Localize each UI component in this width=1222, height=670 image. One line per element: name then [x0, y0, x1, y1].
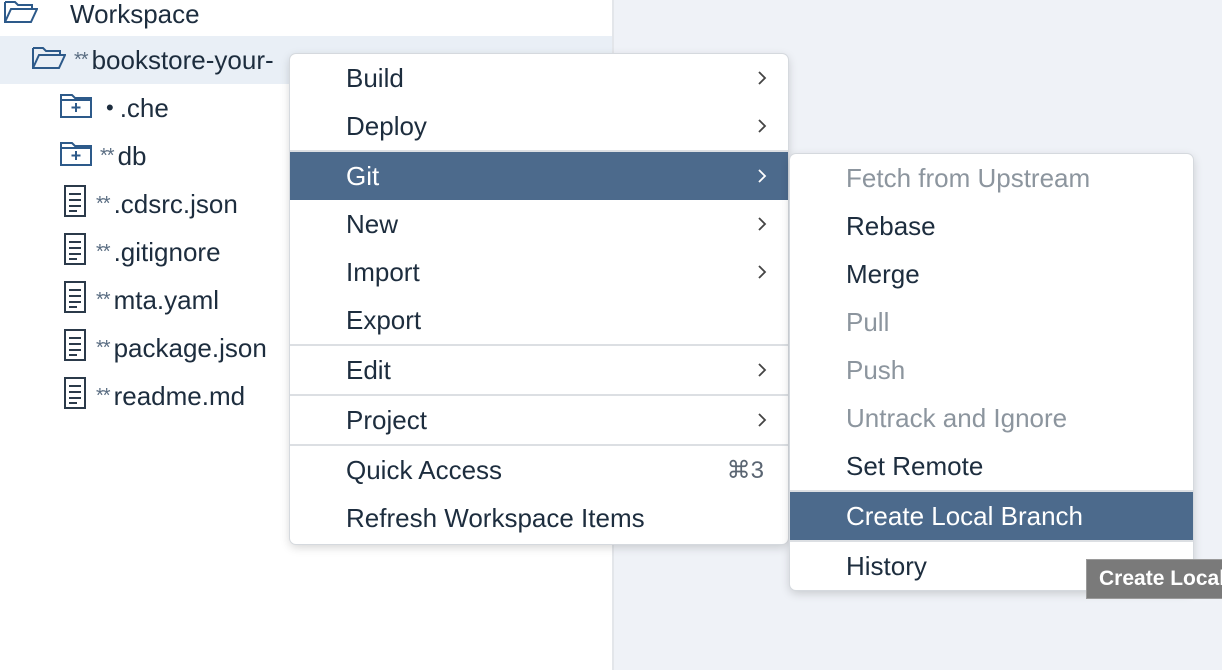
- modified-marker: **: [96, 240, 111, 263]
- tree-item-label: .che: [119, 92, 169, 123]
- folder-plus-icon: [60, 140, 92, 173]
- menu-item-edit[interactable]: Edit: [290, 346, 788, 394]
- chevron-right-icon: [756, 152, 768, 200]
- shortcut-hint: ⌘3: [726, 456, 764, 484]
- tooltip: Create Local Branch: [1086, 559, 1222, 599]
- tree-item-label: db: [117, 140, 147, 171]
- modified-marker: **: [96, 288, 111, 311]
- chevron-right-icon: [756, 200, 768, 248]
- git-submenu: Fetch from Upstream Rebase Merge Pull Push Un…: [790, 154, 1193, 590]
- modified-marker: **: [74, 48, 89, 71]
- menu-item-label: Pull: [846, 306, 890, 337]
- menu-item-label: Untrack and Ignore: [846, 402, 1068, 433]
- menu-item-label: History: [846, 550, 927, 581]
- tree-item[interactable]: ** .cdsrc.json: [0, 180, 238, 228]
- tooltip-text: Create Local Branch: [1099, 567, 1222, 590]
- chevron-right-icon: [756, 248, 768, 296]
- tree-item[interactable]: ** mta.yaml: [0, 276, 219, 324]
- open-folder-icon: [32, 44, 67, 77]
- menu-item-quick-access[interactable]: Quick Access ⌘3: [290, 446, 788, 494]
- git-menu-item-rebase[interactable]: Rebase: [790, 202, 1193, 250]
- workspace-label: Workspace: [70, 0, 200, 29]
- chevron-right-icon: [756, 396, 768, 444]
- folder-plus-icon: [60, 92, 92, 125]
- menu-item-deploy[interactable]: Deploy: [290, 102, 788, 150]
- tree-item-label: mta.yaml: [113, 284, 220, 315]
- git-menu-item-fetch-from-upstream: Fetch from Upstream: [790, 154, 1193, 202]
- menu-item-project[interactable]: Project: [290, 396, 788, 444]
- git-menu-item-pull: Pull: [790, 298, 1193, 346]
- chevron-right-icon: [756, 54, 768, 102]
- menu-item-build[interactable]: Build: [290, 54, 788, 102]
- context-menu: Build Deploy Git New Import Export Edit Project…: [290, 54, 788, 544]
- menu-item-export[interactable]: Export: [290, 296, 788, 344]
- git-menu-item-untrack-and-ignore: Untrack and Ignore: [790, 394, 1193, 442]
- file-text-icon: [62, 184, 88, 224]
- tree-root-workspace[interactable]: Workspace: [4, 0, 200, 38]
- menu-item-label: Import: [346, 256, 420, 287]
- tree-item-label: .gitignore: [113, 236, 221, 267]
- modified-marker: **: [96, 336, 111, 359]
- tree-item[interactable]: ** db: [0, 132, 147, 180]
- menu-item-label: Build: [346, 62, 404, 93]
- tree-item-label: readme.md: [113, 380, 246, 411]
- git-menu-item-create-local-branch[interactable]: Create Local Branch: [790, 492, 1193, 540]
- git-menu-item-push: Push: [790, 346, 1193, 394]
- tree-item-label: .cdsrc.json: [113, 188, 238, 219]
- tree-item-label: package.json: [113, 332, 267, 363]
- chevron-right-icon: [756, 102, 768, 150]
- menu-item-label: Set Remote: [846, 450, 984, 481]
- menu-item-label: Rebase: [846, 210, 936, 241]
- menu-item-label: Push: [846, 354, 906, 385]
- menu-item-label: Export: [346, 304, 422, 335]
- menu-item-label: Git: [346, 160, 380, 191]
- menu-item-label: Refresh Workspace Items: [346, 502, 645, 533]
- menu-item-label: Merge: [846, 258, 920, 289]
- menu-item-label: Quick Access: [346, 454, 503, 485]
- file-text-icon: [62, 232, 88, 272]
- git-menu-item-set-remote[interactable]: Set Remote: [790, 442, 1193, 490]
- tree-item[interactable]: ** .gitignore: [0, 228, 221, 276]
- menu-item-label: Fetch from Upstream: [846, 162, 1091, 193]
- bullet-marker: •: [106, 95, 114, 120]
- file-text-icon: [62, 328, 88, 368]
- menu-item-label: Deploy: [346, 110, 427, 141]
- git-menu-item-merge[interactable]: Merge: [790, 250, 1193, 298]
- modified-marker: **: [96, 384, 111, 407]
- menu-item-label: Edit: [346, 354, 391, 385]
- tree-item[interactable]: ** package.json: [0, 324, 267, 372]
- menu-item-label: New: [346, 208, 399, 239]
- open-folder-icon: [4, 0, 39, 31]
- menu-item-import[interactable]: Import: [290, 248, 788, 296]
- menu-item-git[interactable]: Git: [290, 152, 788, 200]
- project-label: bookstore-your-: [91, 44, 274, 75]
- tree-item[interactable]: ** readme.md: [0, 372, 245, 420]
- tree-item[interactable]: • .che: [0, 84, 169, 132]
- file-text-icon: [62, 280, 88, 320]
- chevron-right-icon: [756, 346, 768, 394]
- menu-item-refresh-workspace-items[interactable]: Refresh Workspace Items: [290, 494, 788, 542]
- menu-item-label: Project: [346, 404, 427, 435]
- modified-marker: **: [100, 144, 115, 167]
- modified-marker: **: [96, 192, 111, 215]
- file-text-icon: [62, 376, 88, 416]
- menu-item-new[interactable]: New: [290, 200, 788, 248]
- menu-item-label: Create Local Branch: [846, 500, 1084, 531]
